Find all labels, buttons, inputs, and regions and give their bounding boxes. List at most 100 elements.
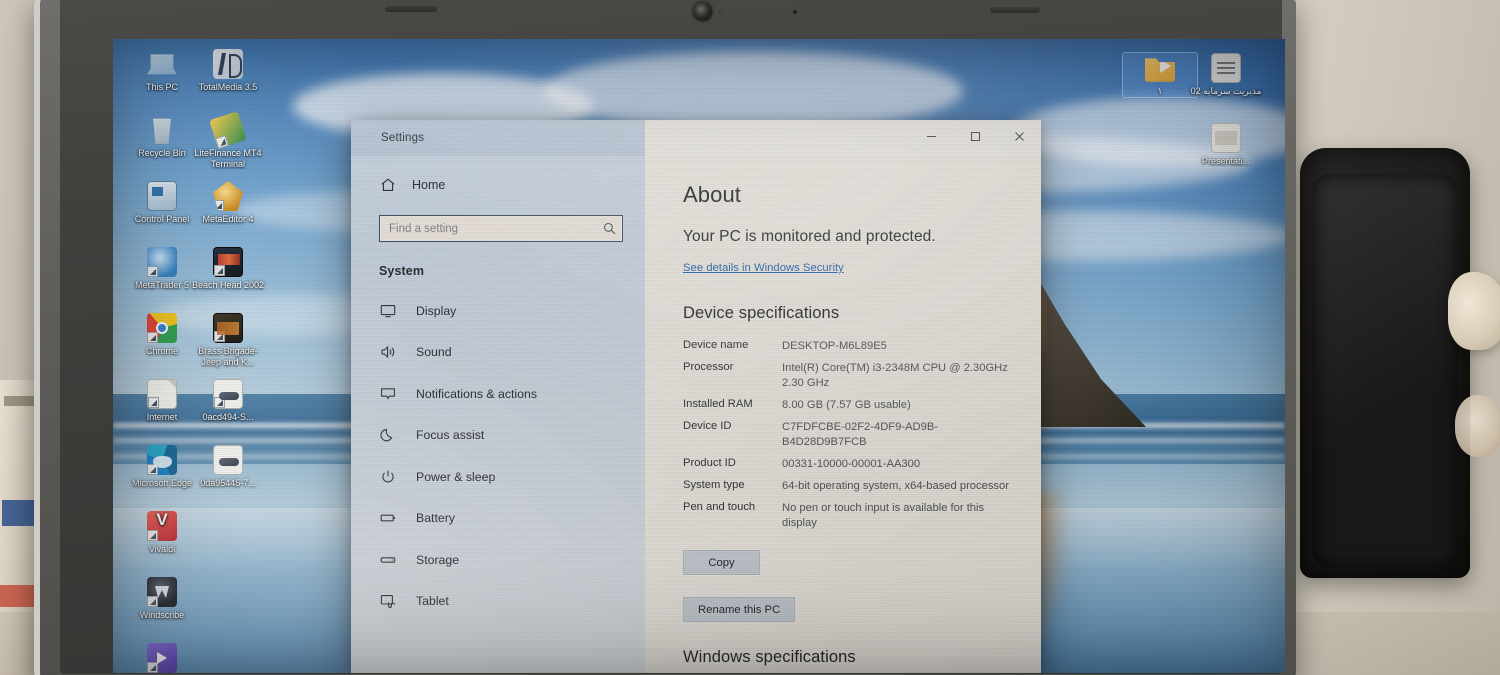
spec-value: No pen or touch input is available for t… [782,502,985,529]
sidebar-item-label: Power & sleep [416,469,496,484]
sidebar-item-focus-assist[interactable]: Focus assist [351,415,645,457]
desktop-icon-beach-head-2002[interactable]: Beach Head 2002 [191,247,265,291]
sidebar-search-wrap [351,201,645,242]
close-button[interactable] [997,120,1041,153]
desktop-icon-microsoft-edge[interactable]: Microsoft Edge [125,445,199,489]
minimize-button[interactable] [909,120,953,153]
sidebar-item-battery[interactable]: Battery [351,498,645,540]
sidebar-item-display[interactable]: Display [351,290,645,332]
desktop-icon-label: MetaEditor 4 [202,214,254,224]
shortcut-arrow-icon [147,662,158,673]
desktop-icon-label: Microsoft Edge [131,478,193,488]
search-box[interactable] [379,215,623,242]
spec-row: Device ID C7FDFCBE-02F2-4DF9-AD9B-B4D28D9… [683,420,1011,450]
desktop-icon-0da95445-7[interactable]: 0da95445-7... [191,445,265,489]
sidebar-nav-list[interactable]: Display Sound Notifications & actions Focus… [351,290,645,622]
copy-button[interactable]: Copy [683,550,760,575]
sidebar-section-title: System [379,264,425,278]
desktop-icon-folder[interactable]: ١ [1122,52,1198,98]
maximize-button[interactable] [953,120,997,153]
window-title: Settings [381,132,425,144]
desktop-icon-chrome[interactable]: Chrome [125,313,199,357]
sidebar-item-label: Focus assist [416,428,485,443]
webcam-icon [693,2,712,21]
desktop-icon-powerpoint[interactable]: Presentati... [1189,123,1263,167]
beach-head-icon [213,247,243,277]
search-icon[interactable] [596,222,622,235]
desktop-icon-control-panel[interactable]: Control Panel [125,181,199,225]
spec-value: 8.00 GB (7.57 GB usable) [782,399,911,411]
shortcut-arrow-icon [147,464,158,475]
settings-content: About Your PC is monitored and protected… [645,156,1041,673]
desktop-icon-label: Chrome [145,346,178,356]
folder-icon [1145,58,1175,82]
shortcut-arrow-icon [147,266,158,277]
window-titlebar[interactable]: Settings [351,120,1041,156]
black-case [1300,148,1470,578]
shortcut-arrow-icon [214,135,229,149]
desktop-icon-label: Presentati... [1201,156,1251,166]
titlebar-left: Settings [351,120,645,156]
desktop-icon-label: This PC [145,82,178,92]
spec-key: Device ID [683,420,732,432]
device-specifications-table: Device name DESKTOP-M6L89E5 Processor Intel… [683,339,1011,531]
desktop-icon-video[interactable]: Video [125,643,199,673]
settings-window[interactable]: Settings Home Find a setting System Disp… [351,120,1041,673]
desktop-icon-internet[interactable]: Internet [125,379,199,423]
spec-row: System type 64-bit operating system, x64-… [683,479,1011,494]
sidebar-item-tablet[interactable]: Tablet [351,581,645,623]
desktop-icon-label: مدیریت سرمایه 02 [1190,86,1262,96]
photo-scene: This PC TotalMedia 3.5 Recycle Bin LiteFina… [0,0,1500,675]
desktop-icon-label: MetaTrader 5 [135,280,189,290]
desktop-icon-metatrader-5[interactable]: MetaTrader 5 [125,247,199,291]
sidebar-item-sound[interactable]: Sound [351,332,645,374]
desktop-icon-label: 0acd494-S... [202,412,254,422]
windows-specifications-heading: Windows specifications [683,648,856,666]
desktop-icon-totalmedia-3-5[interactable]: TotalMedia 3.5 [191,49,265,93]
spec-row: Processor Intel(R) Core(TM) i3-2348M CPU … [683,361,1011,391]
desktop-icon-this-pc[interactable]: This PC [125,49,199,93]
tablet-icon [379,592,397,610]
sidebar-item-label: Display [416,303,457,318]
powerpoint-icon [1211,123,1241,153]
desktop-icon-metaeditor-4[interactable]: MetaEditor 4 [191,181,265,225]
sound-icon [379,343,397,361]
desktop-icon-recycle-bin[interactable]: Recycle Bin [125,115,199,159]
sidebar-item-label: Battery [416,511,455,526]
shortcut-arrow-icon [147,530,158,541]
sidebar-item-home[interactable]: Home [351,168,645,201]
spec-row: Installed RAM 8.00 GB (7.57 GB usable) [683,398,1011,413]
shoe-object-2 [1455,395,1500,457]
spec-key: Product ID [683,457,736,469]
sidebar-item-label: Sound [416,345,452,360]
settings-sidebar[interactable]: Home Find a setting System Display Sound… [351,156,645,673]
shortcut-arrow-icon [214,331,225,342]
window-controls[interactable] [909,120,1041,153]
sidebar-item-notifications-actions[interactable]: Notifications & actions [351,373,645,415]
search-input[interactable] [380,222,596,235]
edge-icon [147,445,177,475]
sidebar-item-storage[interactable]: Storage [351,539,645,581]
control-panel-icon [147,181,177,211]
spec-value: C7FDFCBE-02F2-4DF9-AD9B-B4D28D9B7FCB [782,421,939,448]
sidebar-item-power-sleep[interactable]: Power & sleep [351,456,645,498]
desktop-icon-vivaldi[interactable]: Vivaldi [125,511,199,555]
laptop-screen: This PC TotalMedia 3.5 Recycle Bin LiteFina… [113,39,1285,673]
desktop-icon-label: Brass Brigade- Jeep and K... [198,346,258,367]
desktop-icon-0acd494-s[interactable]: 0acd494-S... [191,379,265,423]
home-icon [379,176,396,193]
power-icon [379,468,397,486]
speaker-grille-left [385,6,437,12]
desktop-icon-label: LiteFinance MT4 Terminal [194,148,262,169]
metatrader5-icon [147,247,177,277]
windows-security-link[interactable]: See details in Windows Security [683,262,844,274]
desktop-icon-windscribe[interactable]: Windscribe [125,577,199,621]
shortcut-arrow-icon [214,265,225,276]
desktop-icon-litefinance-mt4-terminal[interactable]: LiteFinance MT4 Terminal [191,111,265,169]
desktop-icon-brass-brigade-jeep-and-k[interactable]: Brass Brigade- Jeep and K... [191,313,265,367]
document-icon [147,379,177,409]
rename-pc-button[interactable]: Rename this PC [683,597,796,622]
desktop-icon-text-file[interactable]: مدیریت سرمایه 02 [1189,53,1263,97]
sidebar-home-label: Home [412,177,446,192]
shoe-object [1448,272,1500,350]
